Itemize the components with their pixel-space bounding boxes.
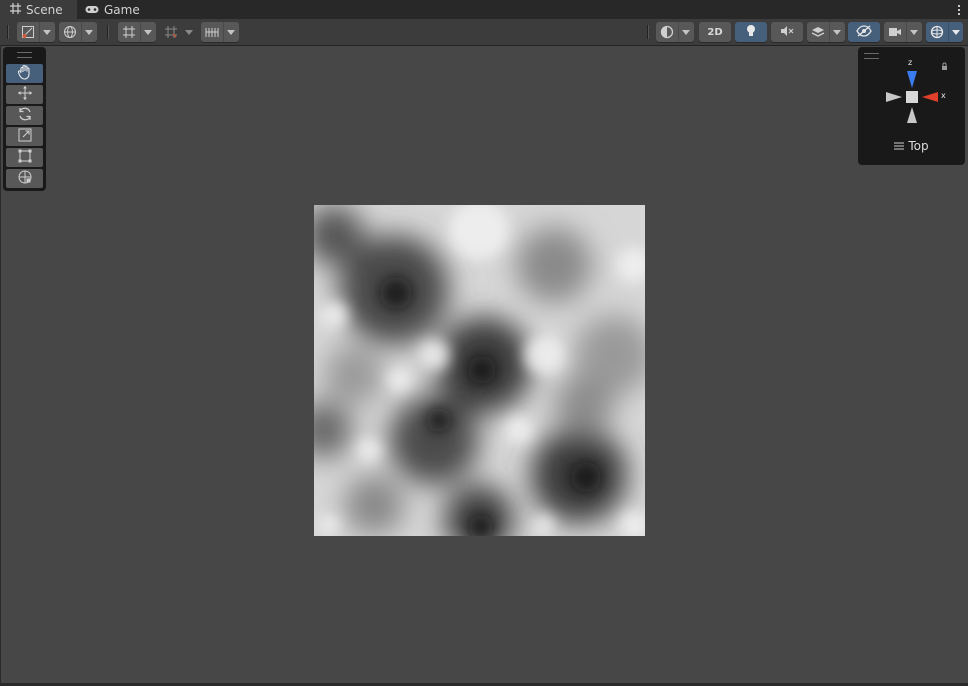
rect-icon xyxy=(17,148,33,168)
2d-toggle-label: 2D xyxy=(707,26,723,38)
chevron-down-icon xyxy=(223,22,238,42)
tab-game-label: Game xyxy=(104,2,140,17)
rotate-tool-button[interactable] xyxy=(6,106,43,125)
grid-hash-icon xyxy=(10,3,21,17)
chevron-down-icon xyxy=(829,22,844,42)
globe-icon xyxy=(59,22,81,42)
z-axis-cone xyxy=(907,71,917,88)
lock-icon xyxy=(942,66,947,70)
sphere-shading-icon xyxy=(656,22,678,42)
orientation-gizmo: z x Top xyxy=(858,47,965,165)
hamburger-icon xyxy=(894,139,905,153)
center-cube xyxy=(906,91,918,103)
move-tool-button[interactable] xyxy=(6,85,43,104)
effects-dropdown[interactable] xyxy=(807,22,845,42)
chevron-down-icon xyxy=(39,22,54,42)
toolbar-grip xyxy=(7,25,9,39)
lighting-toggle-button[interactable] xyxy=(735,22,767,42)
increment-snap-icon xyxy=(160,22,182,42)
move-arrows-icon xyxy=(17,85,33,105)
chevron-down-icon xyxy=(182,22,196,42)
hand-tool-button[interactable] xyxy=(6,64,43,83)
transform-icon xyxy=(17,169,33,189)
2d-toggle-button[interactable]: 2D xyxy=(699,22,731,42)
viewport-border xyxy=(0,45,1,686)
rotate-icon xyxy=(17,106,33,126)
ruler-icon xyxy=(201,22,223,42)
chevron-down-icon xyxy=(140,22,155,42)
view-mode-label[interactable]: Top xyxy=(858,139,965,153)
grid-visibility-dropdown[interactable] xyxy=(201,22,239,42)
tab-scene[interactable]: Scene xyxy=(0,0,77,19)
scale-tool-button[interactable] xyxy=(6,127,43,146)
toolbar-grip xyxy=(107,25,109,39)
scene-toolbar: 2D xyxy=(0,19,968,46)
noise-texture-quad[interactable] xyxy=(314,205,645,536)
chevron-down-icon xyxy=(678,22,693,42)
more-options-icon[interactable] xyxy=(955,1,963,18)
tab-scene-label: Scene xyxy=(26,3,63,17)
camera-icon xyxy=(884,22,906,42)
grid-snap-icon xyxy=(118,22,140,42)
tab-bar: Scene Game xyxy=(0,0,968,19)
chevron-down-icon xyxy=(948,22,963,42)
shading-mode-dropdown[interactable] xyxy=(656,22,694,42)
grid-snapping-dropdown[interactable] xyxy=(118,22,156,42)
rect-tool-button[interactable] xyxy=(6,148,43,167)
layers-effects-icon xyxy=(807,22,829,42)
tab-game[interactable]: Game xyxy=(85,0,155,19)
tools-overlay xyxy=(3,47,46,191)
gizmos-dropdown[interactable] xyxy=(926,22,963,42)
overlay-drag-handle[interactable] xyxy=(17,52,32,58)
draw-mode-dropdown[interactable] xyxy=(17,22,55,42)
neg-z-axis-cone xyxy=(907,107,917,123)
view-label-text: Top xyxy=(908,139,929,153)
transform-tool-button[interactable] xyxy=(6,169,43,188)
draw-mode-icon xyxy=(17,22,39,42)
chevron-down-icon xyxy=(906,22,921,42)
toolbar-grip xyxy=(647,25,649,39)
neg-x-axis-cone xyxy=(886,92,902,102)
gamepad-icon xyxy=(85,3,99,17)
speaker-muted-icon xyxy=(780,25,794,40)
scene-visibility-button[interactable] xyxy=(848,22,880,42)
axis-cone-gizmo[interactable] xyxy=(858,47,965,137)
increment-snapping-dropdown[interactable] xyxy=(160,22,198,42)
gizmo-sphere-icon xyxy=(926,22,948,42)
camera-settings-dropdown[interactable] xyxy=(884,22,922,42)
hand-icon xyxy=(17,64,33,84)
lightbulb-icon xyxy=(746,24,756,41)
global-local-dropdown[interactable] xyxy=(59,22,97,42)
audio-toggle-button[interactable] xyxy=(771,22,803,42)
chevron-down-icon xyxy=(81,22,96,42)
scale-icon xyxy=(17,127,33,147)
eye-hidden-icon xyxy=(856,24,872,40)
x-axis-cone xyxy=(922,92,938,102)
